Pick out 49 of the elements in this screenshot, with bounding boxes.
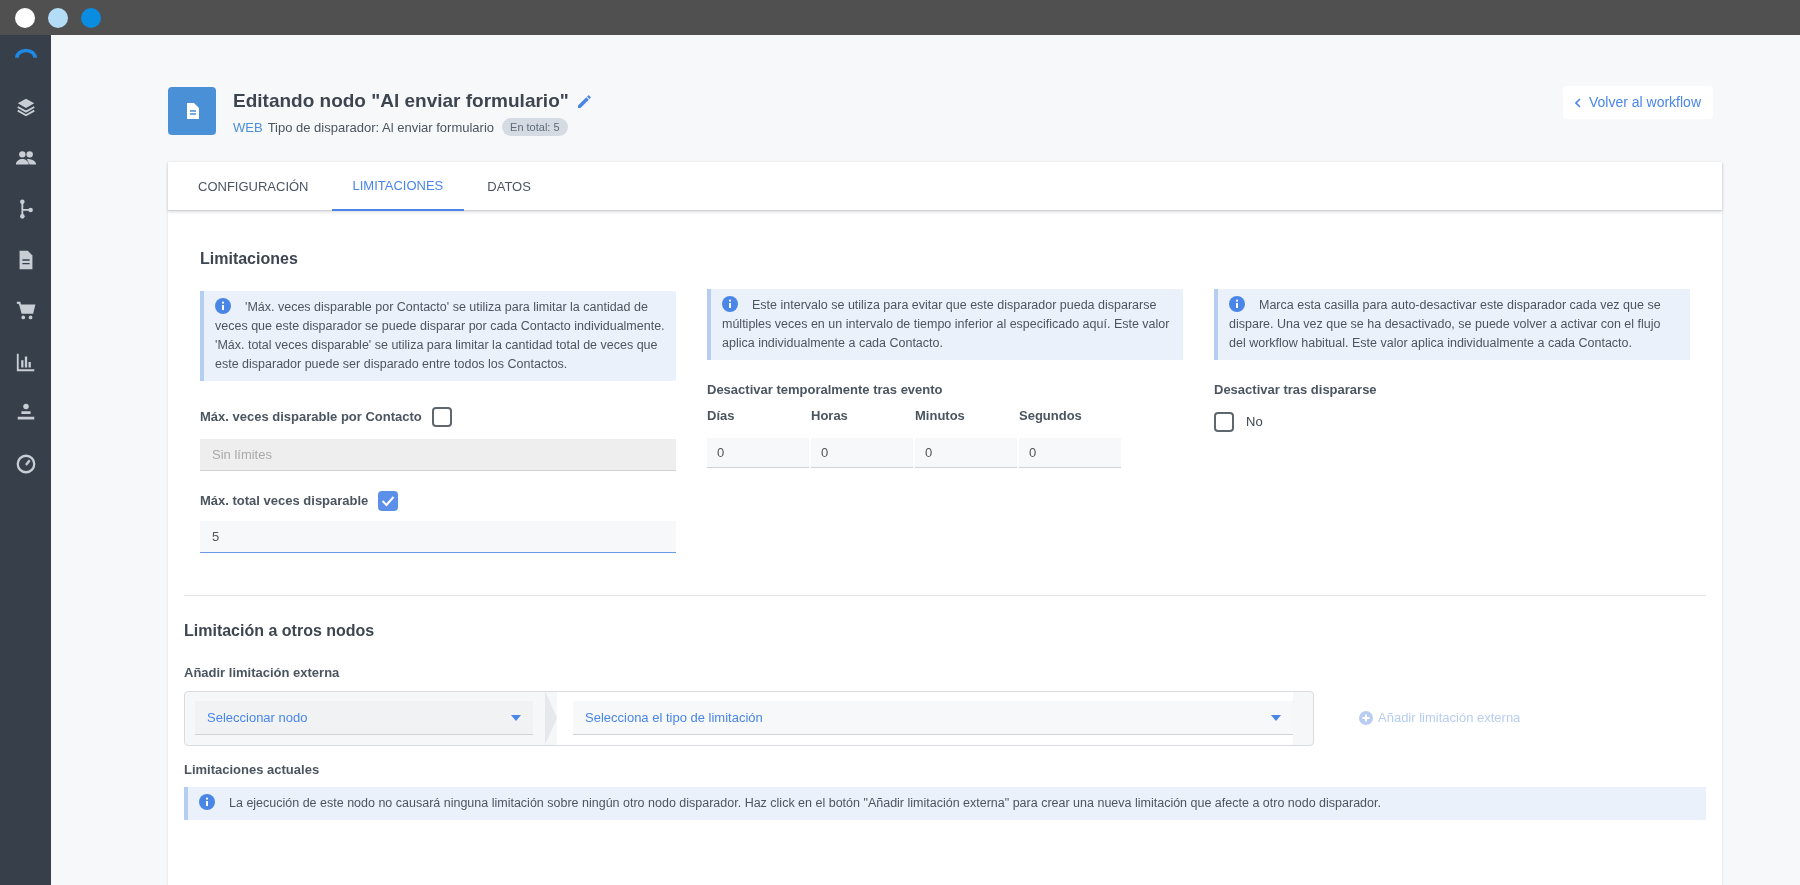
pencil-icon[interactable] — [576, 93, 592, 109]
layers-icon[interactable] — [14, 96, 37, 118]
field-label: Máx. total veces disparable — [200, 492, 369, 511]
field-label: Minutos — [915, 406, 966, 425]
caret-down-icon — [511, 714, 521, 721]
input-field[interactable]: 0 — [707, 437, 809, 468]
field-label: Horas — [811, 406, 849, 425]
info-text: Este intervalo se utiliza para evitar que este disparador pueda dispararse múltiples veces en un intervalo de tiempo inferior al especificado aquí. Este valor aplica individualmente a cada Contacto. — [722, 296, 1171, 352]
info-text: 'Máx. veces disparable por Contacto' se utiliza para limitar la cantidad de veces que este disparador se puede disparar por cada Contacto individualmente. 'Máx. total veces disparable' se utiliza para limitar la cantidad total de veces que este disparador puede ser disparado entre todos los Contactos. — [215, 298, 665, 373]
window-control[interactable] — [15, 7, 35, 28]
page-title: Editando nodo "Al enviar formulario" — [233, 89, 569, 113]
caret-down-icon — [1271, 714, 1281, 721]
checkbox-label: No — [1246, 412, 1263, 431]
section-heading: Limitación a otros nodos — [184, 621, 376, 641]
field-label: Días — [707, 406, 736, 425]
info-icon — [215, 298, 231, 314]
window-control[interactable] — [48, 7, 68, 28]
back-button[interactable]: Volver al workflow — [1562, 86, 1713, 119]
info-text: La ejecución de este nodo no causará ninguna limitación sobre ningún otro nodo disparador. Haz click en el botón "Añadir limitación externa" para crear una nueva limitación que afecte a otro nodo disparador. — [199, 794, 1381, 813]
plus-circle-icon — [1359, 711, 1373, 725]
cart-icon[interactable] — [14, 300, 37, 322]
info-icon — [722, 296, 738, 312]
input-field[interactable]: 5 — [200, 521, 676, 553]
field-label: Limitaciones actuales — [184, 760, 321, 779]
document-icon — [168, 87, 216, 135]
total-badge: En total: 5 — [502, 118, 568, 137]
field-label: Máx. veces disparable por Contacto — [200, 408, 422, 427]
info-text: Marca esta casilla para auto-desactivar este disparador cada vez que se dispare. Una vez que se ha desactivado, se puede volver a activar con el flujo del workflow habitual. Este valor aplica individualmente a cada Contacto. — [1229, 296, 1662, 352]
check-icon — [381, 495, 396, 507]
section-heading: Limitaciones — [200, 249, 299, 269]
info-icon — [199, 794, 215, 810]
field-label: Desactivar tras dispararse — [1214, 381, 1378, 399]
gauge-icon[interactable] — [14, 453, 37, 475]
field-label: Añadir limitación externa — [184, 664, 341, 682]
input-field[interactable]: 0 — [1019, 437, 1121, 468]
tab[interactable]: CONFIGURACIÓN — [177, 162, 330, 211]
input-field[interactable]: 0 — [811, 437, 913, 468]
input-field[interactable]: 0 — [915, 437, 1017, 468]
tab[interactable]: LIMITACIONES — [331, 162, 465, 211]
field-label: Desactivar temporalmente tras evento — [707, 381, 944, 399]
tab[interactable]: DATOS — [466, 162, 552, 211]
bar-chart-icon[interactable] — [14, 351, 37, 373]
field-label: Segundos — [1019, 406, 1083, 425]
checkbox[interactable] — [1214, 411, 1234, 432]
checkbox[interactable] — [378, 491, 399, 511]
chevron-left-icon — [1574, 97, 1581, 108]
source-label: WEB — [233, 118, 263, 137]
info-icon — [1229, 296, 1245, 312]
trigger-type: Tipo de disparador: Al enviar formulario — [267, 118, 495, 137]
